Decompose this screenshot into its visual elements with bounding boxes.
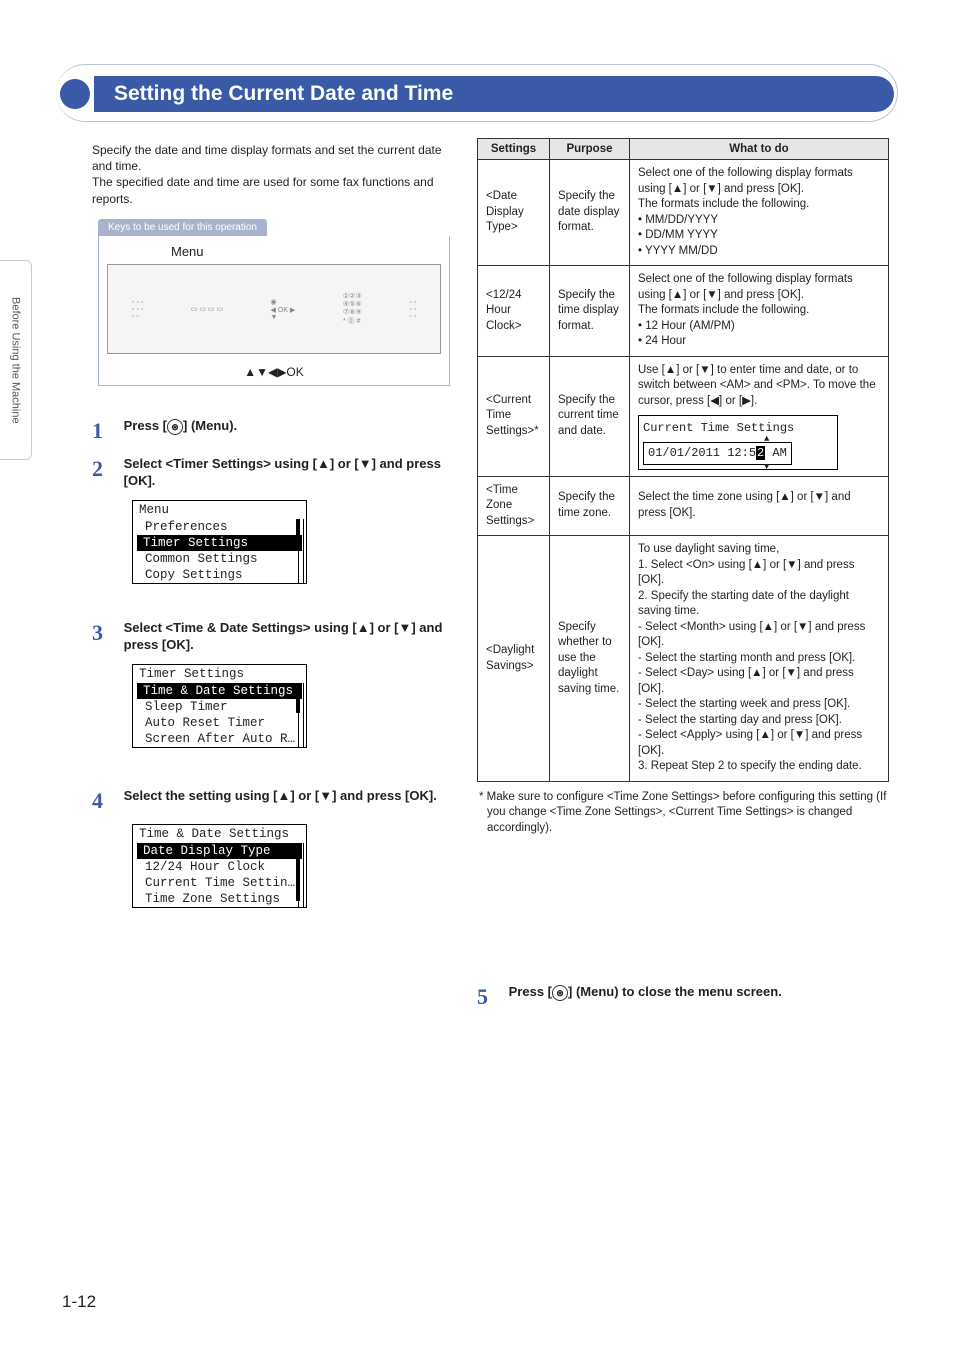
settings-table-wrap: Settings Purpose What to do <Date Displa… xyxy=(477,138,889,836)
lcd-menu-title: Menu xyxy=(133,501,306,519)
step-3: 3 Select <Time & Date Settings> using [▲… xyxy=(92,620,462,748)
table-row: <Date Display Type> Specify the date dis… xyxy=(478,160,889,266)
mini-lcd-suffix: AM xyxy=(765,446,787,460)
lcd-timedate-row-1: 12/24 Hour Clock xyxy=(133,859,306,875)
step-5: 5 Press [⊛] (Menu) to close the menu scr… xyxy=(477,984,889,1010)
cell-setting: <Time Zone Settings> xyxy=(478,476,550,536)
side-tab: Before Using the Machine xyxy=(0,260,32,460)
table-row: <12/24 Hour Clock> Specify the time disp… xyxy=(478,266,889,357)
th-purpose: Purpose xyxy=(550,139,630,160)
menu-button-icon: ⊛ xyxy=(167,419,183,435)
cell-what: Use [▲] or [▼] to enter time and date, o… xyxy=(630,356,889,476)
mini-lcd-title: Current Time Settings xyxy=(643,420,833,436)
page-number: 1-12 xyxy=(62,1292,96,1312)
lcd-menu-row-0: Preferences xyxy=(133,519,306,535)
keys-box: Keys to be used for this operation Menu … xyxy=(98,218,450,386)
mini-lcd-datevalue: 01/01/2011 12:5 xyxy=(648,446,756,460)
step-2-num: 2 xyxy=(92,456,120,482)
th-whattodo: What to do xyxy=(630,139,889,160)
cell-setting: <Current Time Settings>* xyxy=(478,356,550,476)
mini-lcd: Current Time Settings ▲ 01/01/2011 12:52… xyxy=(638,415,838,469)
step-3-text: Select <Time & Date Settings> using [▲] … xyxy=(124,620,454,654)
menu-button-icon: ⊛ xyxy=(552,985,568,1001)
lcd-scrollbar xyxy=(298,843,304,907)
lcd-timedate-row-3: Time Zone Settings xyxy=(133,891,306,907)
step-5-text: Press [⊛] (Menu) to close the menu scree… xyxy=(509,984,839,1001)
title-banner: Setting the Current Date and Time xyxy=(60,70,894,118)
step-2: 2 Select <Timer Settings> using [▲] or [… xyxy=(92,456,462,584)
table-row: <Current Time Settings>* Specify the cur… xyxy=(478,356,889,476)
step-4: 4 Select the setting using [▲] or [▼] an… xyxy=(92,788,462,908)
step-5-num: 5 xyxy=(477,984,505,1010)
lcd-timer-title: Timer Settings xyxy=(133,665,306,683)
arrow-up-icon: ▲ xyxy=(764,433,769,445)
step-4-num: 4 xyxy=(92,788,120,814)
lcd-scrollbar xyxy=(298,683,304,747)
step-3-num: 3 xyxy=(92,620,120,646)
table-row: <Time Zone Settings> Specify the time zo… xyxy=(478,476,889,536)
settings-table: Settings Purpose What to do <Date Displa… xyxy=(477,138,889,782)
lcd-menu-row-1: Timer Settings xyxy=(137,535,302,551)
cell-what: Select one of the following display form… xyxy=(630,266,889,357)
step-4-text: Select the setting using [▲] or [▼] and … xyxy=(124,788,454,805)
intro-text: Specify the date and time display format… xyxy=(92,142,452,207)
panel-drawing: ◦ ◦ ◦◦ ◦ ◦◦ ◦ ▭ ▭ ▭ ▭ ◉◀ OK ▶▼ ①②③④⑤⑥⑦⑧⑨… xyxy=(107,264,441,354)
footnote: * Make sure to configure <Time Zone Sett… xyxy=(477,790,889,837)
lcd-timer-row-0: Time & Date Settings xyxy=(137,683,302,699)
lcd-menu-row-2: Common Settings xyxy=(133,551,306,567)
lcd-scrollbar xyxy=(298,519,304,583)
table-row: <Daylight Savings> Specify whether to us… xyxy=(478,536,889,782)
cell-what-text: Use [▲] or [▼] to enter time and date, o… xyxy=(638,364,876,407)
lcd-timer-row-3: Screen After Auto R… xyxy=(133,731,306,747)
step-1-text: Press [⊛] (Menu). xyxy=(124,418,454,435)
cell-setting: <12/24 Hour Clock> xyxy=(478,266,550,357)
lcd-menu: Menu Preferences Timer Settings Common S… xyxy=(132,500,307,584)
step-1: 1 Press [⊛] (Menu). xyxy=(92,418,462,444)
cell-purpose: Specify the date display format. xyxy=(550,160,630,266)
lcd-menu-row-3: Copy Settings xyxy=(133,567,306,583)
lcd-timer-row-1: Sleep Timer xyxy=(133,699,306,715)
cell-what: Select the time zone using [▲] or [▼] an… xyxy=(630,476,889,536)
control-panel-illustration: Menu ◦ ◦ ◦◦ ◦ ◦◦ ◦ ▭ ▭ ▭ ▭ ◉◀ OK ▶▼ ①②③④… xyxy=(98,236,450,386)
keys-header: Keys to be used for this operation xyxy=(98,219,267,236)
cell-purpose: Specify the time zone. xyxy=(550,476,630,536)
step-2-text: Select <Timer Settings> using [▲] or [▼]… xyxy=(124,456,454,490)
mini-lcd-date: ▲ 01/01/2011 12:52 AM ▼ xyxy=(643,442,792,464)
cell-what: To use daylight saving time, 1. Select <… xyxy=(630,536,889,782)
cell-setting: <Daylight Savings> xyxy=(478,536,550,782)
lcd-timer: Timer Settings Time & Date Settings Slee… xyxy=(132,664,307,748)
cell-purpose: Specify the time display format. xyxy=(550,266,630,357)
lcd-timedate-row-0: Date Display Type xyxy=(137,843,302,859)
lcd-timedate-row-2: Current Time Settin… xyxy=(133,875,306,891)
lcd-timer-row-2: Auto Reset Timer xyxy=(133,715,306,731)
arrow-down-icon: ▼ xyxy=(764,461,769,473)
page-title: Setting the Current Date and Time xyxy=(94,76,894,112)
cell-purpose: Specify whether to use the daylight savi… xyxy=(550,536,630,782)
step-1-num: 1 xyxy=(92,418,120,444)
lcd-timedate: Time & Date Settings Date Display Type 1… xyxy=(132,824,307,908)
panel-ok-legend: ▲▼◀▶OK xyxy=(244,365,304,379)
menu-label: Menu xyxy=(171,244,204,259)
title-bullet-icon xyxy=(60,79,90,109)
cell-setting: <Date Display Type> xyxy=(478,160,550,266)
cell-what: Select one of the following display form… xyxy=(630,160,889,266)
lcd-timedate-title: Time & Date Settings xyxy=(133,825,306,843)
th-settings: Settings xyxy=(478,139,550,160)
side-tab-label: Before Using the Machine xyxy=(10,297,22,424)
cell-purpose: Specify the current time and date. xyxy=(550,356,630,476)
mini-lcd-cursor: 2 xyxy=(756,446,765,460)
